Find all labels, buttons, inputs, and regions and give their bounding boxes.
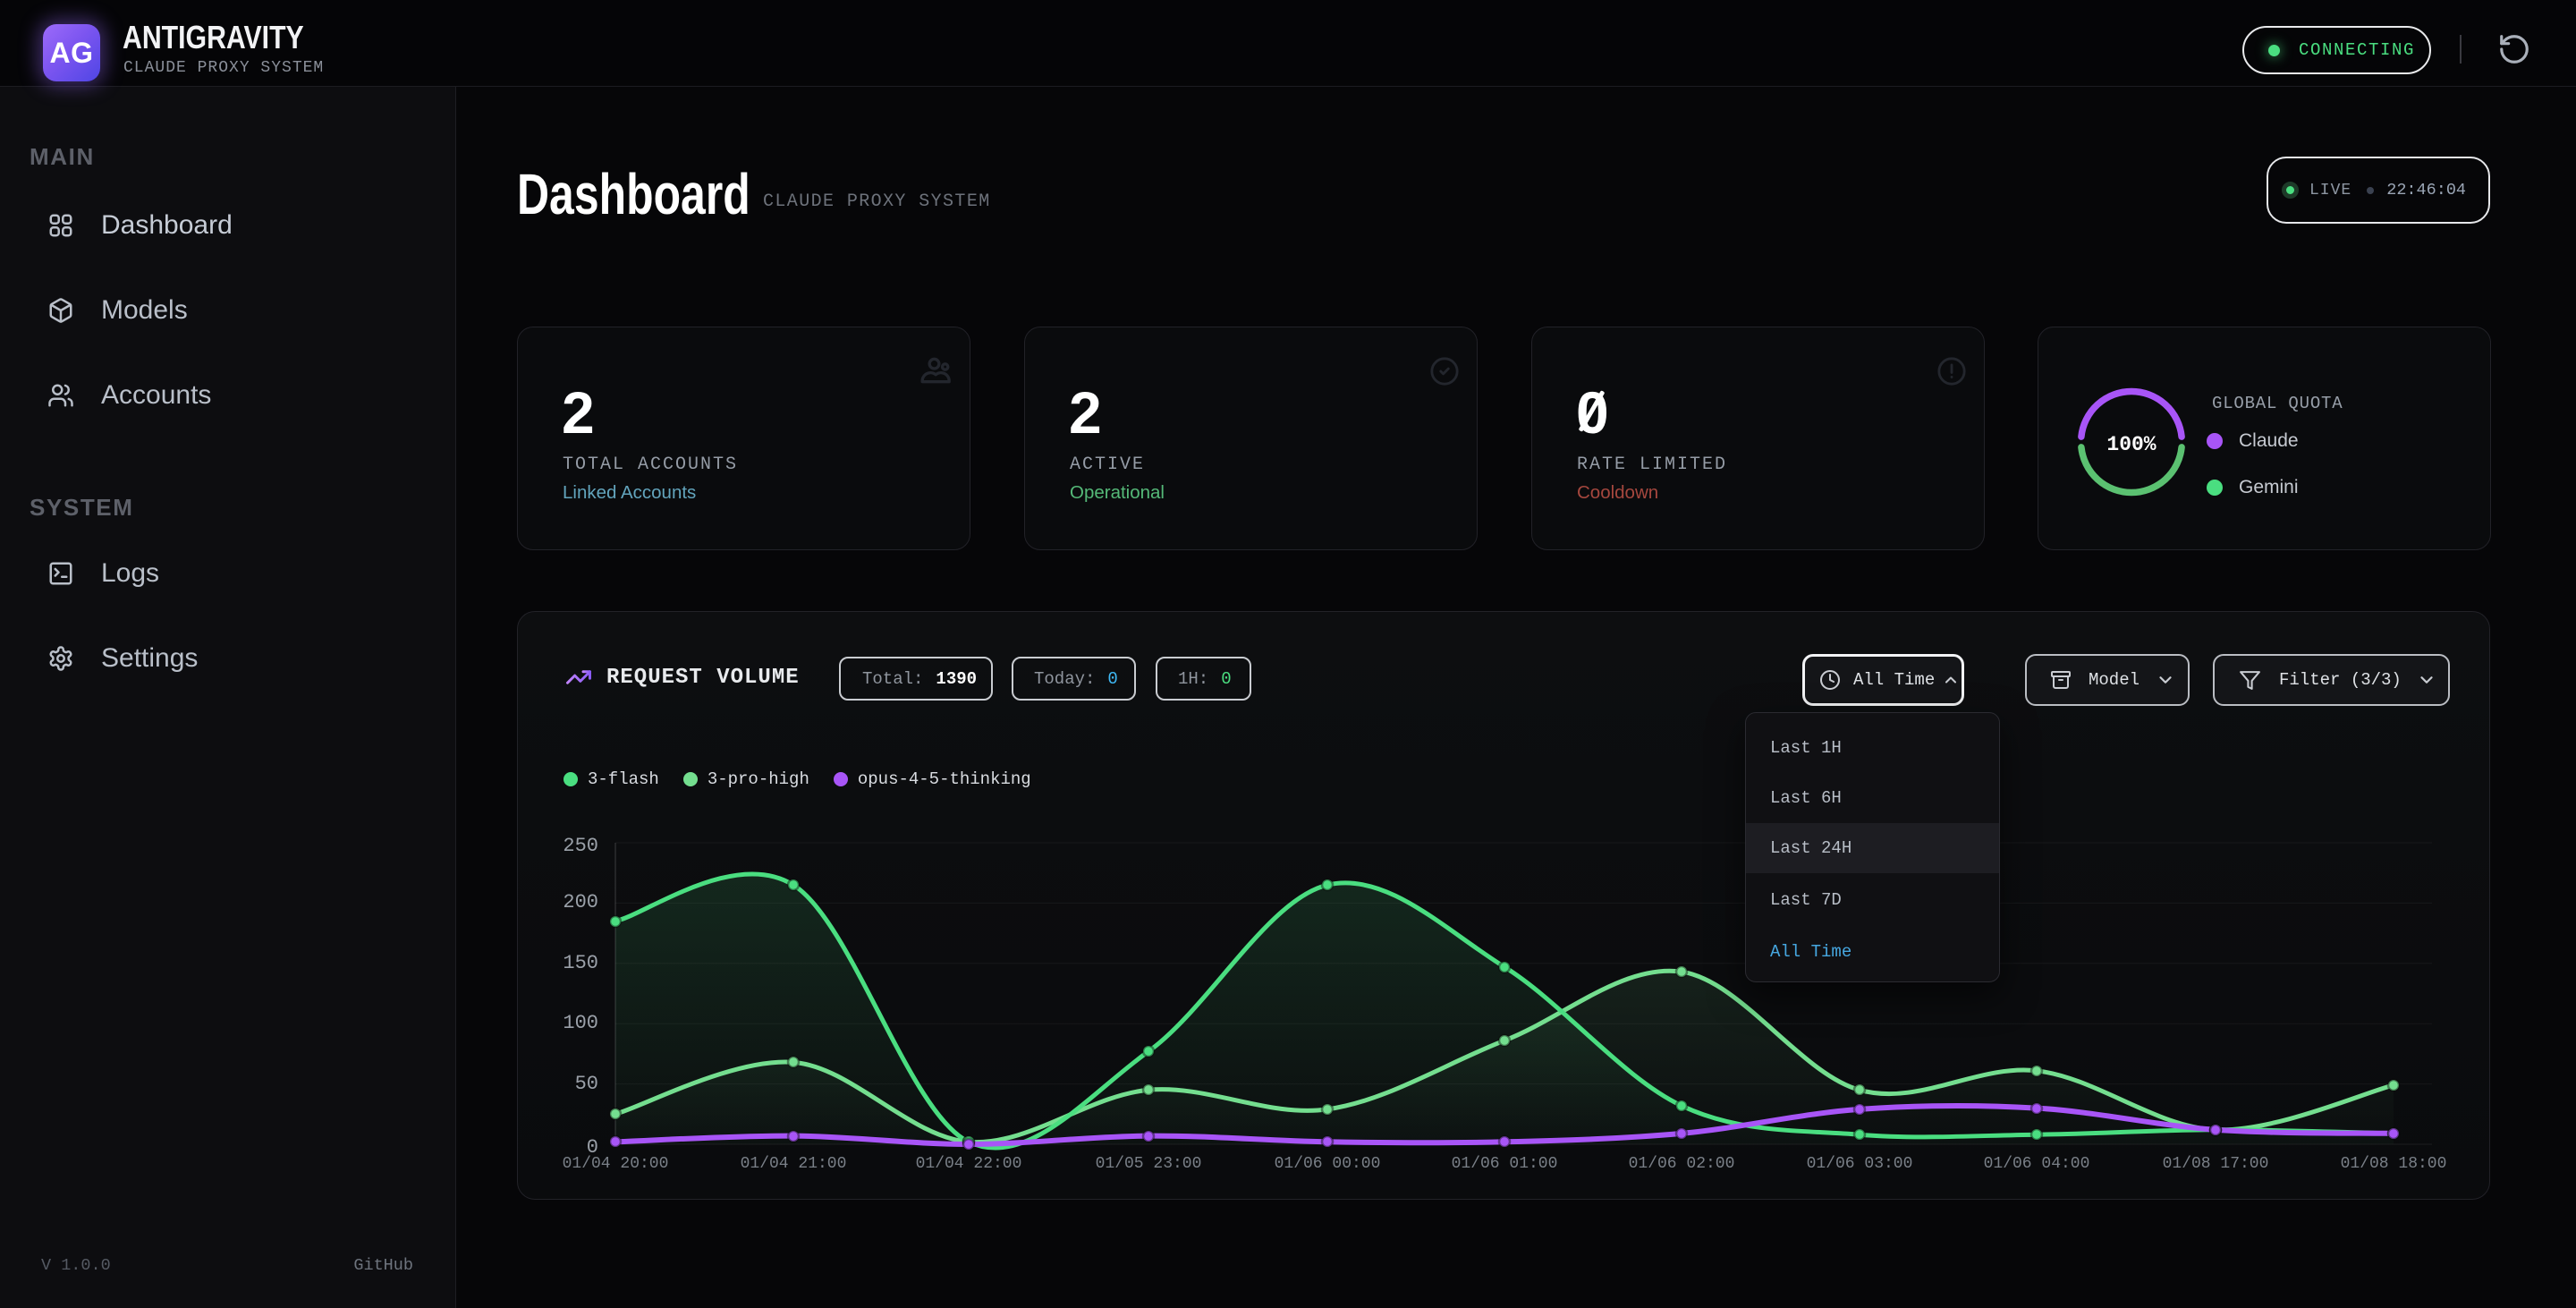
svg-text:100%: 100% [2106,433,2156,456]
